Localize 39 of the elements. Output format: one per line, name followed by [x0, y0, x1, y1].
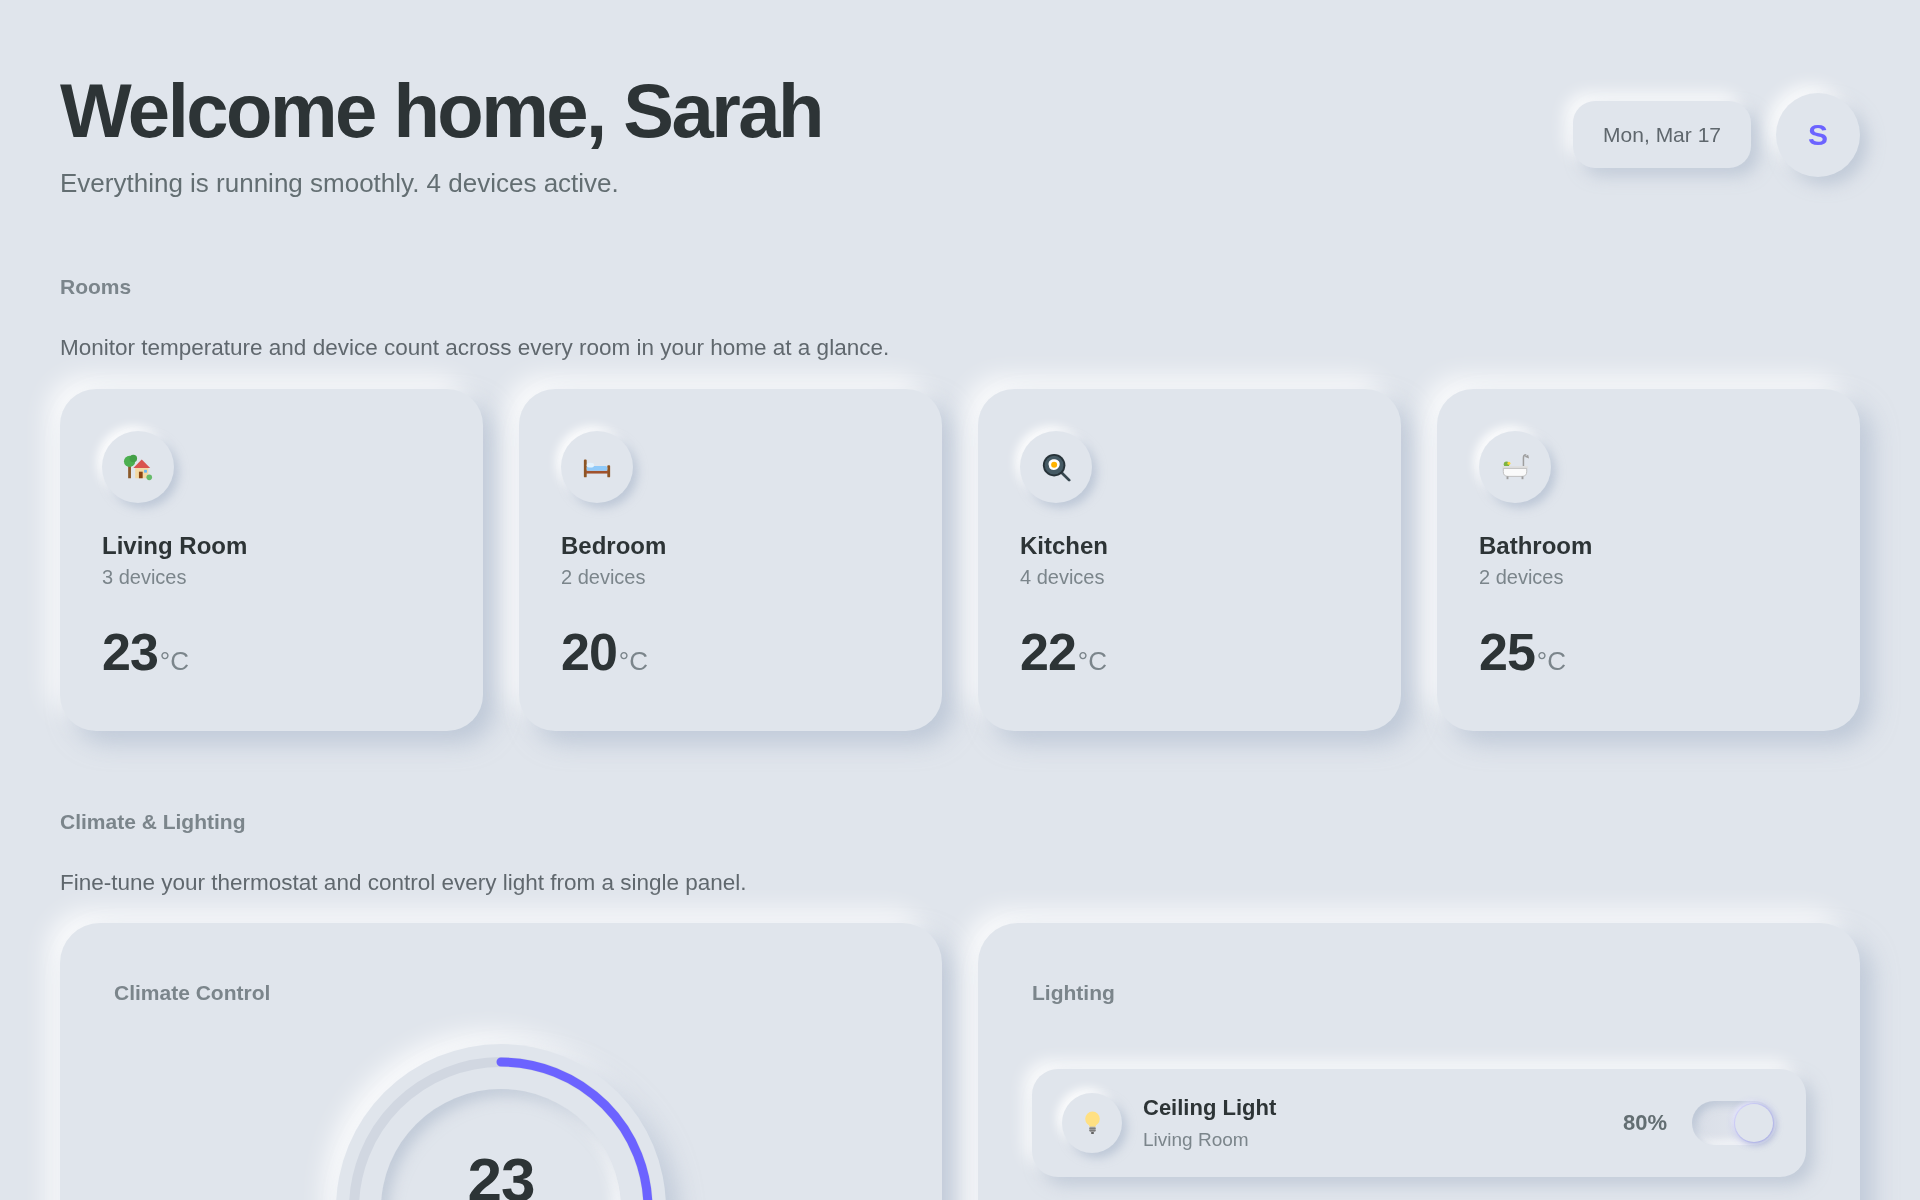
temperature-unit: °C	[1536, 647, 1567, 674]
room-card[interactable]: Bathroom 2 devices 25°C	[1437, 388, 1860, 731]
temperature-unit: °C	[618, 647, 649, 674]
temperature-value: 25	[1479, 625, 1535, 678]
bed-icon	[561, 430, 633, 503]
bathtub-icon	[1479, 430, 1551, 503]
room-name: Bathroom	[1479, 533, 1593, 558]
room-name: Living Room	[102, 533, 248, 558]
lightbulb-icon	[1062, 1092, 1122, 1153]
brightness-value: 80%	[1622, 1111, 1667, 1134]
page-subtitle: Everything is running smoothly. 4 devices active.	[60, 170, 619, 196]
room-card[interactable]: Kitchen 4 devices 22°C	[978, 388, 1401, 731]
temperature-value: 23	[102, 625, 158, 678]
room-name: Kitchen	[1020, 533, 1108, 558]
device-count: 2 devices	[561, 566, 646, 587]
temperature-value: 20	[561, 625, 617, 678]
dial-track[interactable]	[349, 1056, 653, 1200]
panel-title: Lighting	[1032, 980, 1115, 1006]
room-name: Bedroom	[561, 533, 667, 558]
device-count: 2 devices	[1479, 566, 1564, 587]
room-card[interactable]: Bedroom 2 devices 20°C	[519, 388, 942, 731]
toggle-switch[interactable]	[1692, 1100, 1776, 1145]
section-label: Rooms	[60, 276, 132, 297]
section-description: Monitor temperature and device count across every room in your home at a glance.	[60, 337, 890, 360]
light-room: Living Room	[1143, 1129, 1249, 1149]
frying-pan-icon	[1020, 430, 1092, 503]
section-label: Climate & Lighting	[60, 810, 246, 832]
room-card[interactable]: Living Room 3 devices 23°C	[60, 388, 483, 731]
section-description: Fine-tune your thermostat and control every light from a single panel.	[60, 871, 747, 894]
date-display: Mon, Mar 17	[1573, 101, 1751, 168]
temperature-unit: °C	[1077, 647, 1108, 674]
temperature-unit: °C	[159, 647, 190, 674]
panel-title: Climate Control	[114, 980, 271, 1006]
device-count: 3 devices	[102, 566, 187, 587]
device-count: 4 devices	[1020, 566, 1105, 587]
page-title: Welcome home, Sarah	[60, 73, 823, 149]
temperature-value: 22	[1020, 625, 1076, 678]
light-name: Ceiling Light	[1143, 1096, 1277, 1119]
house-icon	[102, 430, 174, 503]
